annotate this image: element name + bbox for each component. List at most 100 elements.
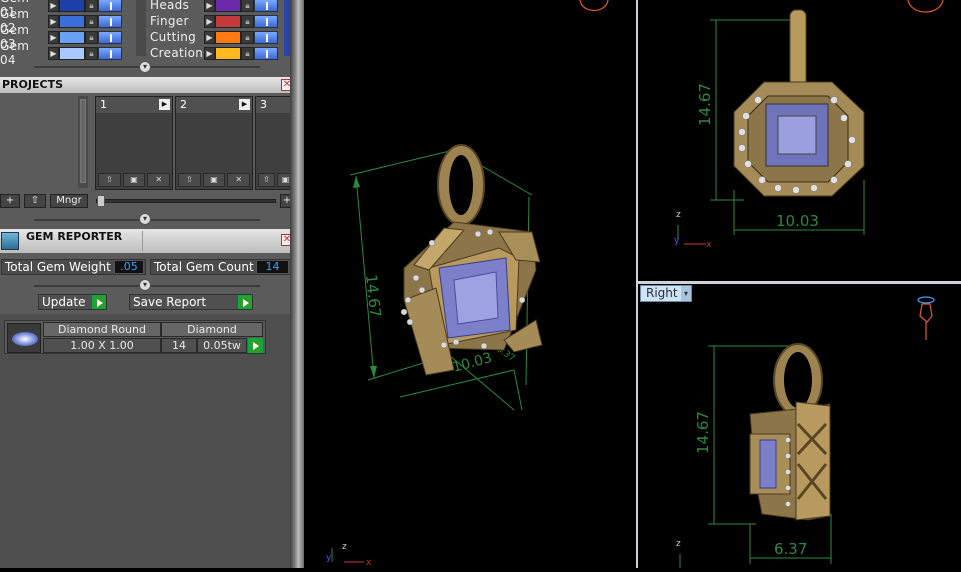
gem-go-button[interactable] xyxy=(248,338,263,353)
manager-button[interactable]: Mngr xyxy=(50,194,88,208)
visibility-toggle[interactable] xyxy=(98,14,122,28)
projects-header: PROJECTS ✕ xyxy=(0,77,296,93)
panel-splitter[interactable] xyxy=(290,0,304,568)
gem-list-row[interactable]: Diamond Round Diamond 1.00 X 1.00 14 0.0… xyxy=(4,320,266,354)
lock-icon[interactable]: 🔒︎ xyxy=(241,14,254,28)
layer-name: Finger xyxy=(150,14,189,28)
color-swatch[interactable] xyxy=(59,30,85,44)
dim-height-label: 14.67 xyxy=(362,274,384,319)
svg-text:z: z xyxy=(676,539,681,549)
add-project-button[interactable]: + xyxy=(0,194,20,208)
play-icon[interactable]: ▶ xyxy=(204,46,215,60)
visibility-toggle[interactable] xyxy=(98,0,122,12)
gem-reporter-icon xyxy=(1,232,19,250)
svg-text:x: x xyxy=(706,240,712,250)
go-icon xyxy=(92,295,106,309)
dim-width-label: 6.37 xyxy=(774,540,807,558)
play-icon[interactable]: ▶ xyxy=(48,46,59,60)
gem-weight: 0.05tw xyxy=(197,338,247,353)
upload-icon[interactable]: ⇧ xyxy=(178,173,201,187)
lock-icon[interactable]: 🔒︎ xyxy=(85,30,98,44)
play-icon[interactable]: ▶ xyxy=(239,99,250,110)
project-slot-1[interactable]: 1 ▶ ⇧ ▣ ✕ xyxy=(95,96,173,190)
layer-row-gem04[interactable]: Gem 04 ▶ 🔒︎ xyxy=(0,39,122,67)
lock-icon[interactable]: 🔒︎ xyxy=(85,14,98,28)
collapse-icon[interactable]: ▾ xyxy=(139,279,151,291)
layer-name: Gem 04 xyxy=(0,39,30,67)
visibility-toggle[interactable] xyxy=(254,14,278,28)
lock-icon[interactable]: 🔒︎ xyxy=(241,46,254,60)
save-report-button[interactable]: Save Report xyxy=(129,294,253,310)
play-icon[interactable]: ▶ xyxy=(48,0,59,12)
color-swatch[interactable] xyxy=(59,46,85,60)
lock-icon[interactable]: 🔒︎ xyxy=(241,0,254,12)
dim-height-label: 14.67 xyxy=(694,411,712,454)
svg-text:z: z xyxy=(676,210,681,220)
play-icon[interactable]: ▶ xyxy=(204,14,215,28)
layer-row-heads[interactable]: Heads ▶ 🔒︎ xyxy=(150,0,278,13)
gem-reporter-header: GEM REPORTER ✕ xyxy=(0,229,296,253)
lock-icon[interactable]: 🔒︎ xyxy=(85,46,98,60)
color-swatch[interactable] xyxy=(59,14,85,28)
lock-icon[interactable]: 🔒︎ xyxy=(241,30,254,44)
delete-icon[interactable]: ✕ xyxy=(147,173,171,187)
column-separator xyxy=(136,0,146,56)
gem-count: 14 xyxy=(161,338,197,353)
visibility-toggle[interactable] xyxy=(98,30,122,44)
layer-name: Cutting xyxy=(150,30,197,44)
svg-text:z: z xyxy=(342,542,347,552)
viewport-right[interactable]: Right ▾ 14.67 6.37 z xyxy=(638,284,961,568)
layer-name: Heads xyxy=(150,0,190,12)
save-icon[interactable]: ▣ xyxy=(122,173,146,187)
total-gem-weight-value: .05 xyxy=(114,260,144,274)
project-slot-2[interactable]: 2 ▶ ⇧ ▣ ✕ xyxy=(175,96,253,190)
gem-list: Diamond Round Diamond 1.00 X 1.00 14 0.0… xyxy=(0,314,290,568)
projects-scrollbar[interactable] xyxy=(78,96,88,188)
project-slot-number: 2 xyxy=(180,98,187,111)
gem-size: 1.00 X 1.00 xyxy=(43,338,161,353)
project-zoom-slider[interactable] xyxy=(96,195,276,207)
layer-row-finger[interactable]: Finger ▶ 🔒︎ xyxy=(150,13,278,29)
play-icon[interactable]: ▶ xyxy=(159,99,170,110)
gem-shape: Diamond Round xyxy=(43,322,161,337)
front-render: 14.67 10.03 z y x xyxy=(674,0,944,250)
left-panel: Gem 01 ▶ 🔒︎ Gem 02 ▶ 🔒︎ Gem 03 ▶ 🔒︎ Gem … xyxy=(0,0,296,568)
visibility-toggle[interactable] xyxy=(254,30,278,44)
play-icon[interactable]: ▶ xyxy=(204,0,215,12)
color-swatch[interactable] xyxy=(215,46,241,60)
viewport-perspective[interactable]: 14.67 10.03 6.37 z y x xyxy=(304,0,636,568)
viewport-front[interactable]: 14.67 10.03 z y x xyxy=(638,0,961,281)
dim-width-label: 10.03 xyxy=(776,212,819,230)
delete-icon[interactable]: ✕ xyxy=(227,173,251,187)
diamond-round-icon xyxy=(7,323,41,353)
pendant-view-icon xyxy=(917,296,935,340)
layer-row-cutting[interactable]: Cutting ▶ 🔒︎ xyxy=(150,29,278,45)
color-swatch[interactable] xyxy=(215,30,241,44)
upload-icon[interactable]: ⇧ xyxy=(258,173,275,187)
project-slot-number: 3 xyxy=(260,98,267,111)
projects-title: PROJECTS xyxy=(2,78,63,91)
play-icon[interactable]: ▶ xyxy=(48,14,59,28)
go-icon xyxy=(238,295,252,309)
right-render: 14.67 6.37 z xyxy=(676,296,935,568)
visibility-toggle[interactable] xyxy=(98,46,122,60)
play-icon[interactable]: ▶ xyxy=(48,30,59,44)
lock-icon[interactable]: 🔒︎ xyxy=(85,0,98,12)
collapse-icon[interactable]: ▾ xyxy=(139,213,151,225)
dim-height-label: 14.67 xyxy=(696,83,714,126)
svg-text:y: y xyxy=(326,553,332,563)
update-button[interactable]: Update xyxy=(38,294,107,310)
upload-project-button[interactable]: ⇧ xyxy=(24,194,46,208)
color-swatch[interactable] xyxy=(215,14,241,28)
play-icon[interactable]: ▶ xyxy=(204,30,215,44)
color-swatch[interactable] xyxy=(59,0,85,12)
gem-reporter-title: GEM REPORTER xyxy=(26,230,123,243)
collapse-icon[interactable]: ▾ xyxy=(139,61,151,73)
visibility-toggle[interactable] xyxy=(254,0,278,12)
save-icon[interactable]: ▣ xyxy=(202,173,226,187)
color-swatch[interactable] xyxy=(215,0,241,12)
layer-row-creation[interactable]: Creation ▶ 🔒︎ xyxy=(150,45,278,61)
upload-icon[interactable]: ⇧ xyxy=(98,173,121,187)
total-gem-count-value: 14 xyxy=(256,260,289,274)
visibility-toggle[interactable] xyxy=(254,46,278,60)
